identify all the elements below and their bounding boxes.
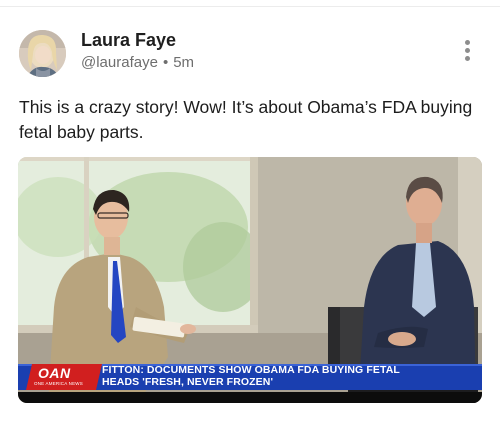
author-handle[interactable]: @laurafaye <box>81 54 158 71</box>
user-avatar-photo-icon <box>19 30 66 77</box>
meta-separator: • <box>162 54 169 71</box>
author-name[interactable]: Laura Faye <box>81 30 176 51</box>
author-meta: @laurafaye • 5m <box>81 54 194 71</box>
chyron-line-2: HEADS 'FRESH, NEVER FROZEN' <box>102 375 274 388</box>
social-post-card: Laura Faye @laurafaye • 5m This is a crazy… <box>0 8 500 422</box>
broadcaster-tagline: ONE AMERICA NEWS <box>34 381 83 386</box>
broadcaster-name: OAN <box>38 365 71 381</box>
oan-logo: OAN ONE AMERICA NEWS <box>32 364 102 390</box>
chyron-line-1: FITTON: DOCUMENTS SHOW OBAMA FDA BUYING … <box>102 364 400 376</box>
video-embed[interactable]: OAN ONE AMERICA NEWS FITTON: DOCUMENTS S… <box>18 157 482 403</box>
post-body-text: This is a crazy story! Wow! It’s about O… <box>19 97 473 142</box>
top-divider <box>0 0 500 7</box>
author-avatar[interactable] <box>19 30 66 77</box>
chyron-headline: FITTON: DOCUMENTS SHOW OBAMA FDA BUYING … <box>102 364 400 388</box>
video-bottom-bar <box>18 392 482 403</box>
more-options-button[interactable] <box>458 38 478 64</box>
post-timestamp[interactable]: 5m <box>173 54 194 71</box>
news-chyron: OAN ONE AMERICA NEWS FITTON: DOCUMENTS S… <box>18 364 482 390</box>
